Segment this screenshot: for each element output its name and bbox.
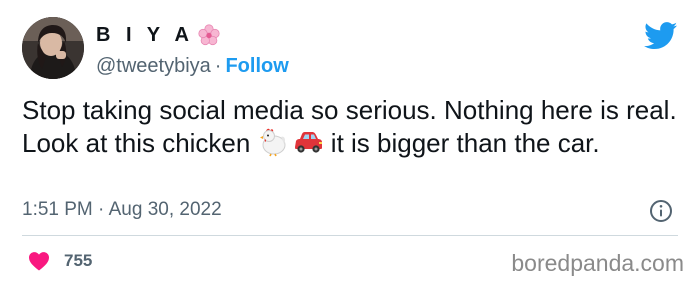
tweet-text-part-2: it is bigger than the car. xyxy=(323,127,600,158)
info-icon[interactable] xyxy=(649,199,673,223)
cherry-blossom-icon xyxy=(198,24,220,46)
tweet-timestamp[interactable]: 1:51 PM · Aug 30, 2022 xyxy=(22,199,222,221)
separator-dot: · xyxy=(214,55,222,77)
heart-icon[interactable] xyxy=(28,251,50,271)
car-emoji-icon xyxy=(292,127,324,165)
author-name-row: B I Y A xyxy=(96,22,220,48)
tweet-time: 1:51 PM xyxy=(22,199,93,220)
twitter-bird-icon[interactable] xyxy=(644,22,678,50)
avatar[interactable] xyxy=(22,17,84,79)
tweet-text: Stop taking social media so serious. Not… xyxy=(22,95,682,164)
follow-button[interactable]: Follow xyxy=(225,55,288,77)
timestamp-separator: · xyxy=(98,199,105,220)
divider xyxy=(22,235,678,236)
author-display-name[interactable]: B I Y A xyxy=(96,24,194,47)
tweet-header: B I Y A @tweetybiya · Follow xyxy=(22,17,678,81)
chicken-emoji-icon xyxy=(258,127,288,165)
tweet-card: B I Y A @tweetybiya · Follow Stop taking… xyxy=(0,0,700,288)
author-handle-row: @tweetybiya · Follow xyxy=(96,54,289,78)
tweet-date: Aug 30, 2022 xyxy=(108,199,222,220)
author-handle[interactable]: @tweetybiya xyxy=(96,55,211,77)
like-count: 755 xyxy=(64,251,93,270)
source-watermark: boredpanda.com xyxy=(511,250,684,276)
